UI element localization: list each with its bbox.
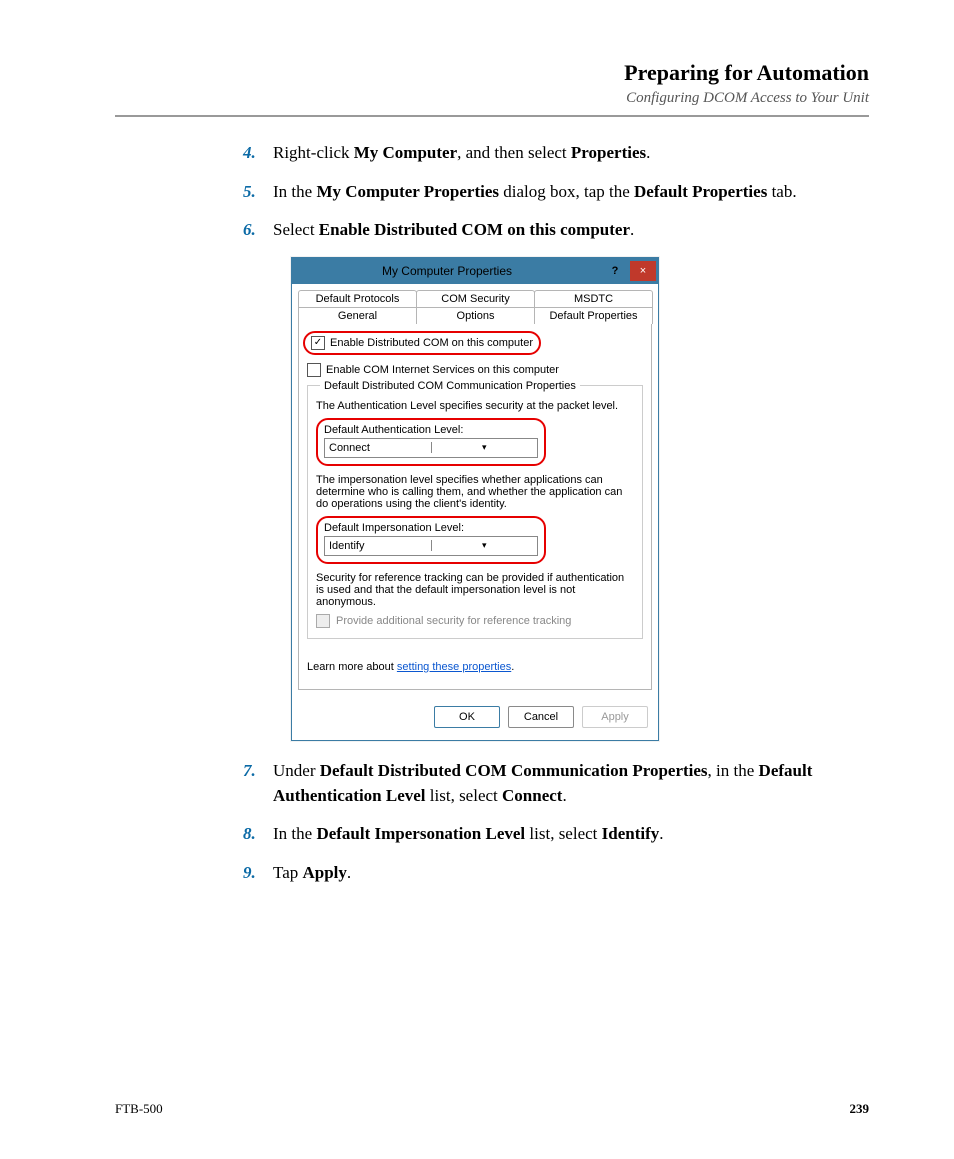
dialog-title: My Computer Properties	[292, 264, 602, 278]
step-number: 5.	[243, 180, 256, 205]
imp-level-label: Default Impersonation Level:	[324, 522, 538, 534]
auth-desc: The Authentication Level specifies secur…	[316, 400, 634, 412]
step-number: 6.	[243, 218, 256, 243]
tab-com-security[interactable]: COM Security	[416, 290, 535, 307]
step-number: 8.	[243, 822, 256, 847]
enable-dcom-highlight: Enable Distributed COM on this computer	[303, 331, 541, 355]
step-8: 8. In the Default Impersonation Level li…	[243, 822, 869, 847]
chevron-down-icon: ▾	[431, 540, 538, 551]
tab-default-protocols[interactable]: Default Protocols	[298, 290, 417, 307]
ok-button[interactable]: OK	[434, 706, 500, 728]
page-subtitle: Configuring DCOM Access to Your Unit	[115, 90, 869, 107]
page-number: 239	[850, 1101, 870, 1117]
step-6: 6. Select Enable Distributed COM on this…	[243, 218, 869, 243]
step-number: 4.	[243, 141, 256, 166]
dialog-screenshot: My Computer Properties ? × Default Proto…	[291, 257, 869, 741]
enable-inet-checkbox[interactable]	[307, 363, 321, 377]
step-7: 7. Under Default Distributed COM Communi…	[243, 759, 869, 808]
imp-level-select[interactable]: Identify ▾	[324, 536, 538, 556]
comm-props-title: Default Distributed COM Communication Pr…	[320, 380, 580, 392]
tab-msdtc[interactable]: MSDTC	[534, 290, 653, 307]
header-rule	[115, 115, 869, 117]
auth-level-highlight: Default Authentication Level: Connect ▾	[316, 418, 546, 466]
tab-options[interactable]: Options	[416, 307, 535, 324]
imp-desc: The impersonation level specifies whethe…	[316, 474, 634, 510]
learn-more: Learn more about setting these propertie…	[307, 661, 643, 673]
learn-more-link[interactable]: setting these properties	[397, 661, 511, 673]
security-desc: Security for reference tracking can be p…	[316, 572, 634, 608]
help-button[interactable]: ?	[602, 261, 628, 281]
step-4: 4. Right-click My Computer, and then sel…	[243, 141, 869, 166]
auth-level-label: Default Authentication Level:	[324, 424, 538, 436]
ref-tracking-label: Provide additional security for referenc…	[336, 615, 571, 627]
tab-general[interactable]: General	[298, 307, 417, 324]
cancel-button[interactable]: Cancel	[508, 706, 574, 728]
auth-level-select[interactable]: Connect ▾	[324, 438, 538, 458]
enable-dcom-label: Enable Distributed COM on this computer	[330, 337, 533, 349]
footer-product: FTB-500	[115, 1101, 163, 1117]
step-number: 9.	[243, 861, 256, 886]
page-title: Preparing for Automation	[115, 60, 869, 86]
enable-inet-label: Enable COM Internet Services on this com…	[326, 364, 559, 376]
ref-tracking-checkbox[interactable]	[316, 614, 330, 628]
step-number: 7.	[243, 759, 256, 784]
chevron-down-icon: ▾	[431, 442, 538, 453]
enable-dcom-checkbox[interactable]	[311, 336, 325, 350]
step-5: 5. In the My Computer Properties dialog …	[243, 180, 869, 205]
close-button[interactable]: ×	[630, 261, 656, 281]
apply-button[interactable]: Apply	[582, 706, 648, 728]
imp-level-highlight: Default Impersonation Level: Identify ▾	[316, 516, 546, 564]
tab-default-properties[interactable]: Default Properties	[534, 307, 653, 324]
step-9: 9. Tap Apply.	[243, 861, 869, 886]
